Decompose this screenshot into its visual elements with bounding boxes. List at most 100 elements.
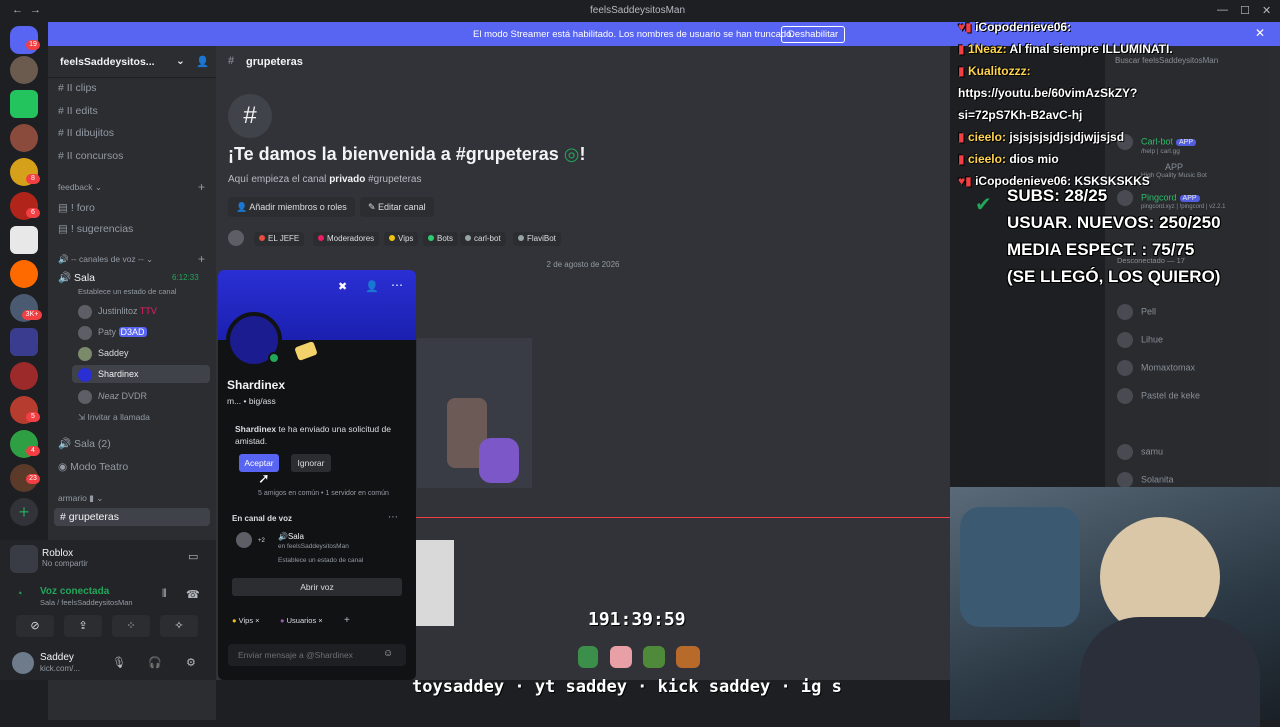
category-voice[interactable]: 🔊 -- canales de voz -- ⌄ bbox=[58, 254, 153, 265]
close-icon[interactable]: ✕ bbox=[1255, 26, 1265, 40]
disable-streamer-button[interactable]: Deshabilitar bbox=[781, 26, 846, 43]
noise-suppression-icon[interactable]: ⫴ bbox=[162, 588, 167, 601]
remove-friend-icon[interactable]: ✖ bbox=[338, 280, 347, 293]
role-chip[interactable]: ● Usuarios × bbox=[280, 616, 323, 625]
attachment-thumbnail[interactable] bbox=[416, 540, 454, 626]
invite-to-call[interactable]: ⇲ Invitar a llamada bbox=[78, 408, 150, 426]
emote-icon bbox=[578, 646, 598, 668]
guild-badge: 6 bbox=[26, 208, 40, 218]
microphone-icon[interactable]: 🎙 bbox=[112, 656, 126, 669]
back-arrow-icon[interactable]: ← bbox=[12, 4, 23, 16]
role-tag[interactable]: carl-bot bbox=[460, 232, 506, 246]
maximize-icon[interactable]: ☐ bbox=[1240, 4, 1250, 17]
voice-channel-sala-2[interactable]: 🔊 Sala (2) bbox=[58, 435, 111, 453]
server-icon[interactable] bbox=[10, 124, 38, 152]
window-titlebar: feelsSaddeysitosMan ← → — ☐ ✕ bbox=[0, 0, 1280, 22]
role-dot bbox=[518, 235, 524, 241]
soundboard-button[interactable]: ✧ bbox=[160, 615, 198, 637]
server-icon[interactable] bbox=[10, 56, 38, 84]
add-channel-icon[interactable]: + bbox=[198, 180, 205, 194]
more-options-icon[interactable]: ⋯ bbox=[388, 512, 398, 523]
channel-title: grupeteras bbox=[246, 56, 303, 68]
channel-label: Modo Teatro bbox=[70, 461, 129, 473]
edit-channel-button[interactable]: ✎ Editar canal bbox=[360, 197, 434, 217]
signal-icon: ◔ bbox=[16, 588, 23, 600]
activities-button[interactable]: ⁘ bbox=[112, 615, 150, 637]
open-voice-button[interactable]: Abrir voz bbox=[232, 578, 402, 596]
role-tag[interactable]: Moderadores bbox=[313, 232, 380, 246]
voice-user[interactable]: Neaz DVDR bbox=[78, 387, 147, 405]
chat-user: iCopodenieve06: bbox=[975, 20, 1072, 34]
emote-icon bbox=[610, 646, 632, 668]
channel-clips[interactable]: # II clips bbox=[58, 79, 97, 97]
disconnect-icon[interactable]: ☎ bbox=[186, 588, 200, 601]
welcome-subtitle: Aquí empieza el canal privado #grupetera… bbox=[228, 174, 421, 185]
emote-icon bbox=[676, 646, 700, 668]
close-window-icon[interactable]: ✕ bbox=[1262, 4, 1271, 17]
add-members-button[interactable]: 👤 Añadir miembros o roles bbox=[228, 197, 355, 217]
activity-sub: No compartir bbox=[42, 559, 88, 568]
stream-icon[interactable]: ▭ bbox=[188, 550, 198, 563]
server-icon[interactable] bbox=[10, 260, 38, 288]
category-armario[interactable]: armario ▮ ⌄ bbox=[58, 493, 103, 504]
request-user: Shardinex bbox=[235, 424, 277, 434]
role-tag[interactable]: Bots bbox=[423, 232, 459, 246]
mutual-info[interactable]: 5 amigos en común • 1 servidor en común bbox=[258, 490, 389, 497]
voice-user[interactable]: Saddey bbox=[78, 344, 129, 362]
ignore-button[interactable]: Ignorar bbox=[291, 454, 331, 472]
voice-user-name: Saddey bbox=[98, 348, 129, 358]
voice-section-title: En canal de voz bbox=[232, 514, 293, 523]
channel-edits[interactable]: # II edits bbox=[58, 102, 98, 120]
video-thumbnail[interactable] bbox=[417, 338, 532, 488]
voice-user[interactable]: Paty D3AD bbox=[78, 323, 147, 341]
voice-channel-status[interactable]: Establece un estado de canal bbox=[78, 283, 176, 301]
guild-badge: 5 bbox=[26, 412, 40, 422]
forward-arrow-icon[interactable]: → bbox=[30, 4, 41, 16]
server-header[interactable]: feelsSaddeysitos... ⌄ 👤 bbox=[48, 46, 216, 78]
category-feedback[interactable]: feedback ⌄ bbox=[58, 182, 102, 193]
more-options-icon[interactable]: ⋯ bbox=[391, 278, 403, 292]
role-tag[interactable]: EL JEFE bbox=[254, 232, 305, 246]
role-chip[interactable]: ● Vips × bbox=[232, 616, 260, 625]
add-role-icon[interactable]: + bbox=[344, 615, 350, 626]
emoji-icon[interactable]: ☺ bbox=[383, 648, 393, 659]
voice-user[interactable]: Justinlitoz TTV bbox=[78, 302, 157, 320]
channel-foro[interactable]: ▤ ! foro bbox=[58, 199, 95, 217]
screen-share-button[interactable]: ⇪ bbox=[64, 615, 102, 637]
add-friend-icon[interactable]: 👤 bbox=[365, 280, 379, 293]
voice-connected-sub[interactable]: Sala / feelsSaddeysitosMan bbox=[40, 598, 133, 607]
channel-concursos[interactable]: # II concursos bbox=[58, 147, 123, 165]
role-tag[interactable]: FlaviBot bbox=[513, 232, 561, 246]
add-member-icon[interactable]: 👤 bbox=[196, 55, 209, 68]
camera-off-button[interactable]: ⊘ bbox=[16, 615, 54, 637]
minimize-icon[interactable]: — bbox=[1217, 4, 1228, 16]
message-input[interactable]: Enviar mensaje a @Shardinex bbox=[228, 644, 406, 666]
voice-user[interactable]: Shardinex bbox=[72, 365, 210, 383]
add-channel-icon[interactable]: + bbox=[198, 252, 205, 266]
stage-channel[interactable]: ◉ Modo Teatro bbox=[58, 458, 128, 476]
channel-emoji: II bbox=[66, 105, 73, 117]
role-tag[interactable]: Vips bbox=[384, 232, 419, 246]
profile-sub: m... • big/ass bbox=[227, 396, 276, 406]
channel-grupeteras-active[interactable]: # grupeteras bbox=[54, 508, 210, 526]
server-icon[interactable] bbox=[10, 226, 38, 254]
activity-name: Roblox bbox=[42, 548, 74, 559]
server-name: feelsSaddeysitos... bbox=[60, 56, 155, 68]
welcome-title-text: ¡Te damos la bienvenida a #grupeteras bbox=[228, 144, 559, 164]
channel-emoji: II bbox=[66, 150, 73, 162]
settings-gear-icon[interactable]: ⚙ bbox=[186, 656, 196, 669]
avatar[interactable] bbox=[12, 652, 34, 674]
headphones-icon[interactable]: 🎧 bbox=[148, 656, 162, 669]
chat-line: ▮ Kualitozzz: bbox=[958, 64, 1031, 78]
server-icon[interactable] bbox=[10, 328, 38, 356]
add-server-icon[interactable]: + bbox=[10, 498, 38, 526]
channel-dibujitos[interactable]: # II dibujitos bbox=[58, 124, 114, 142]
server-icon[interactable] bbox=[10, 90, 38, 118]
channel-label: Sala (2) bbox=[74, 438, 111, 450]
game-icon bbox=[10, 545, 38, 573]
channel-sugerencias[interactable]: ▤ ! sugerencias bbox=[58, 220, 133, 238]
social-ticker: toysaddey · yt saddey · kick saddey · ig… bbox=[412, 677, 842, 697]
chat-line: https://youtu.be/60vimAzSkZY? bbox=[958, 86, 1138, 100]
server-icon[interactable] bbox=[10, 362, 38, 390]
emote-icon bbox=[643, 646, 665, 668]
